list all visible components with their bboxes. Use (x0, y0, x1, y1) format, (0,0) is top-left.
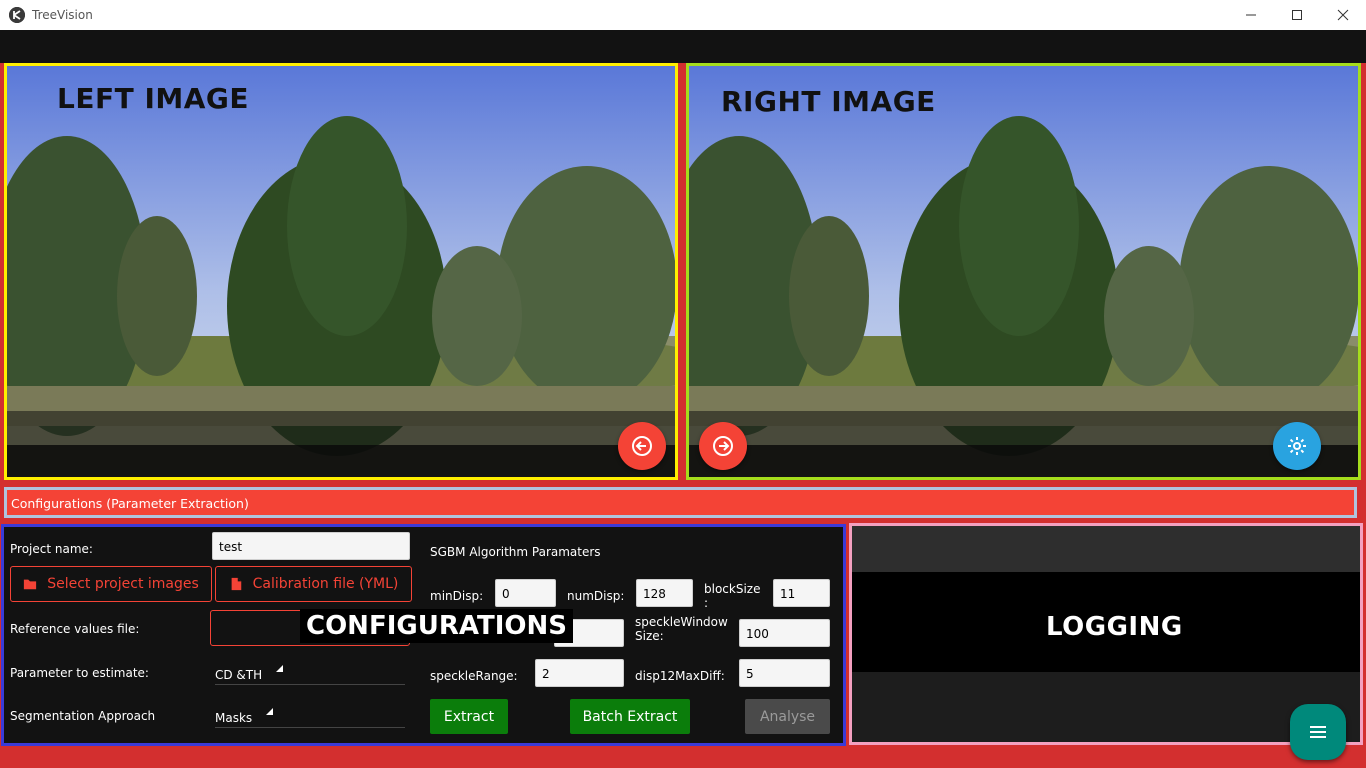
segmentation-dropdown-value: Masks (215, 711, 253, 725)
window-title: TreeVision (32, 8, 93, 22)
menu-button[interactable] (1290, 704, 1346, 760)
logging-header (852, 526, 1360, 572)
speckle-window-size-input[interactable]: 100 (739, 619, 830, 647)
block-size-input[interactable]: 11 (773, 579, 830, 607)
maximize-icon[interactable] (1274, 0, 1320, 30)
parameter-to-estimate-label: Parameter to estimate: (10, 666, 149, 680)
configurations-header-title: Configurations (Parameter Extraction) (11, 496, 249, 511)
right-image-panel: RIGHT IMAGE (686, 63, 1361, 480)
folder-icon (24, 579, 37, 590)
num-disp-label: numDisp: (567, 589, 625, 603)
dropdown-arrow-icon (266, 708, 273, 715)
top-strip (0, 30, 1366, 63)
dropdown-arrow-icon (276, 665, 283, 672)
sgbm-title: SGBM Algorithm Paramaters (430, 545, 601, 559)
reference-values-label: Reference values file: (10, 622, 140, 636)
num-disp-input[interactable]: 128 (636, 579, 693, 607)
arrow-right-circle-icon (713, 436, 733, 456)
project-name-label: Project name: (10, 542, 93, 556)
calibration-file-button[interactable]: Calibration file (YML) (215, 566, 412, 602)
extract-button[interactable]: Extract (430, 699, 508, 734)
configurations-panel: Project name: test Select project images… (1, 524, 846, 746)
segmentation-dropdown-underline (215, 727, 405, 728)
file-icon (231, 577, 241, 591)
logging-panel: LOGGING (849, 523, 1363, 745)
analyse-button[interactable]: Analyse (745, 699, 830, 734)
close-icon[interactable] (1320, 0, 1366, 30)
speckle-range-label: speckleRange: (430, 669, 518, 683)
speckle-range-input[interactable]: 2 (535, 659, 624, 687)
settings-button[interactable] (1273, 422, 1321, 470)
left-image-panel: LEFT IMAGE (4, 63, 678, 480)
logging-label: LOGGING (1046, 612, 1183, 642)
app-logo-icon (9, 7, 25, 23)
block-size-label: blockSize (704, 582, 761, 596)
select-project-images-label: Select project images (47, 576, 199, 592)
menu-icon (1310, 726, 1326, 738)
left-image-bottom-bar (7, 445, 675, 477)
speckle-window-label-size: Size: (635, 629, 664, 643)
min-disp-label: minDisp: (430, 589, 484, 603)
min-disp-input[interactable]: 0 (495, 579, 556, 607)
arrow-left-circle-icon (632, 436, 652, 456)
disp12-max-diff-input[interactable]: 5 (739, 659, 830, 687)
project-name-input[interactable]: test (212, 532, 410, 560)
minimize-icon[interactable] (1228, 0, 1274, 30)
disp12-max-diff-label: disp12MaxDiff: (635, 669, 725, 683)
next-image-button[interactable] (699, 422, 747, 470)
segmentation-approach-label: Segmentation Approach (10, 709, 156, 723)
gear-icon (1288, 437, 1306, 455)
right-image-bottom-bar (689, 445, 1358, 477)
right-image-label: RIGHT IMAGE (721, 85, 936, 118)
parameter-dropdown-underline (215, 684, 405, 685)
speckle-window-label: speckleWindow (635, 615, 728, 629)
left-image-label: LEFT IMAGE (57, 82, 250, 115)
select-project-images-button[interactable]: Select project images (10, 566, 212, 602)
title-bar: TreeVision (0, 0, 1366, 30)
configurations-header: Configurations (Parameter Extraction) (4, 487, 1357, 518)
batch-extract-button[interactable]: Batch Extract (570, 699, 690, 734)
block-size-label-colon: : (704, 596, 709, 610)
configurations-overlay-label: CONFIGURATIONS (300, 609, 573, 643)
parameter-dropdown-value: CD &TH (215, 668, 263, 682)
calibration-file-label: Calibration file (YML) (252, 576, 399, 592)
previous-image-button[interactable] (618, 422, 666, 470)
